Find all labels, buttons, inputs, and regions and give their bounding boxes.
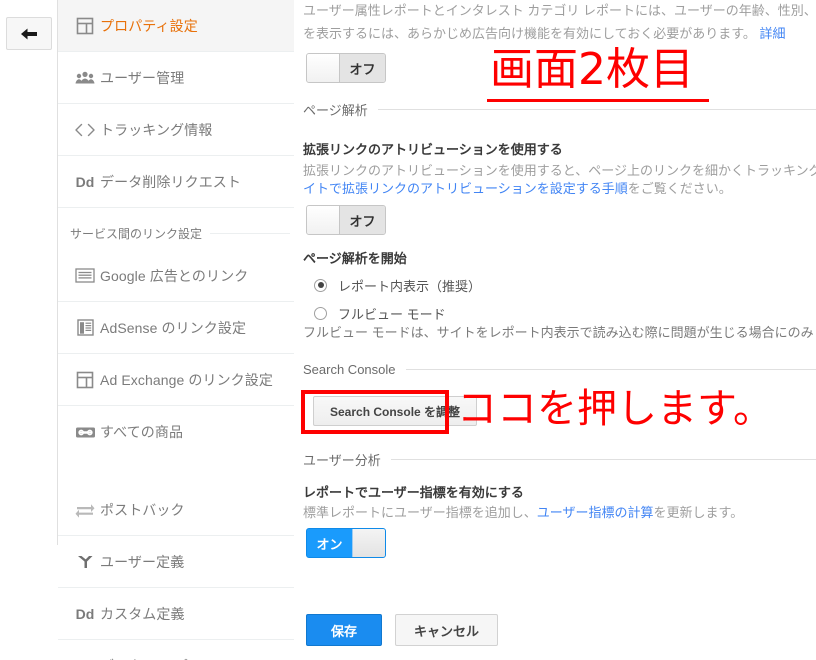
property-layout-icon (70, 17, 100, 35)
sidebar-item-data-import[interactable]: Dd データ インポート (58, 640, 294, 660)
screenshot-root: プロパティ設定 ユーザー管理 トラッキング情報 Dd データ削除リクエスト サー… (0, 0, 816, 660)
dd-icon: Dd (75, 605, 95, 622)
sidebar-item-label: ポストバック (100, 501, 185, 518)
postback-arrows-icon (70, 501, 100, 519)
back-button[interactable] (6, 17, 52, 50)
sidebar-item-label: AdSense のリンク設定 (100, 319, 247, 336)
sidebar-item-label: データ削除リクエスト (100, 173, 241, 190)
enhanced-link-attribution-toggle[interactable]: オフ (306, 205, 386, 235)
demographics-description-text: を表示するには、あらかじめ広告向け機能を有効にしておく必要があります。 (303, 26, 756, 41)
radio-label: フルビュー モード (338, 306, 446, 322)
sidebar-item-user-management[interactable]: ユーザー管理 (58, 52, 294, 104)
branch-icon (70, 554, 100, 570)
sidebar-item-google-ads-link[interactable]: Google 広告とのリンク (58, 250, 294, 302)
dd-icon: Dd (75, 173, 95, 190)
divider (210, 232, 290, 234)
toggle-state-label: オン (307, 529, 352, 557)
toggle-state-label: オフ (340, 54, 385, 82)
user-metrics-description-text: 標準レポートにユーザー指標を追加し、 (303, 505, 537, 520)
section-title: ページ解析 (303, 103, 368, 118)
sidebar-group-header-cross-service-links: サービス間のリンク設定 (58, 216, 294, 250)
demographics-learn-more-link[interactable]: 詳細 (760, 26, 786, 41)
start-page-analytics-title: ページ解析を開始 (303, 251, 407, 266)
sidebar-item-data-deletion-request[interactable]: Dd データ削除リクエスト (58, 156, 294, 208)
sidebar-group-title: サービス間のリンク設定 (70, 226, 203, 241)
sidebar-item-label: ユーザー管理 (100, 69, 185, 86)
ads-lines-icon (70, 268, 100, 283)
link-chain-icon (70, 425, 100, 440)
sidebar-item-property-settings[interactable]: プロパティ設定 (58, 0, 294, 52)
sidebar-item-label: カスタム定義 (100, 605, 185, 622)
page-analytics-section-header: ページ解析 (303, 100, 816, 119)
divider (390, 459, 816, 460)
radio-button[interactable] (314, 278, 327, 292)
radio-option-in-report-view[interactable]: レポート内表示（推奨） (303, 272, 481, 298)
cancel-button[interactable]: キャンセル (395, 614, 499, 646)
enhanced-link-description-text: をご覧ください。 (627, 181, 732, 196)
toggle-knob (307, 206, 340, 234)
sidebar-item-custom-definitions[interactable]: Dd カスタム定義 (58, 588, 294, 640)
back-arrow-icon (19, 27, 39, 41)
people-group-icon (70, 71, 100, 85)
sidebar-item-label: すべての商品 (100, 424, 184, 440)
sidebar-item-label: プロパティ設定 (100, 17, 198, 34)
radio-label: レポート内表示（推奨） (338, 278, 482, 294)
ad-exchange-layout-icon (70, 371, 100, 389)
user-metrics-description-suffix: を更新します。 (653, 505, 744, 520)
sidebar-item-user-defined[interactable]: ユーザー定義 (58, 536, 294, 588)
annotation-screen-label-underline (487, 99, 709, 102)
save-button[interactable]: 保存 (306, 614, 383, 646)
sidebar-item-label: トラッキング情報 (100, 121, 213, 138)
enhanced-link-attribution-title: 拡張リンクのアトリビューションを使用する (303, 142, 563, 157)
sidebar-item-label: Ad Exchange のリンク設定 (100, 371, 273, 388)
sidebar-item-ad-exchange-link[interactable]: Ad Exchange のリンク設定 (58, 354, 294, 406)
settings-sidebar: プロパティ設定 ユーザー管理 トラッキング情報 Dd データ削除リクエスト サー… (58, 0, 294, 660)
section-title: ユーザー分析 (303, 453, 381, 468)
sidebar-item-tracking-info[interactable]: トラッキング情報 (58, 104, 294, 156)
sidebar-item-label: ユーザー定義 (100, 553, 185, 570)
user-metrics-title: レポートでユーザー指標を有効にする (303, 485, 524, 500)
sidebar-item-label: データ インポート (100, 656, 217, 660)
enhanced-link-description-line2: イトで拡張リンクのアトリビューションを設定する手順をご覧ください。 (303, 178, 816, 200)
toggle-state-label: オフ (340, 206, 385, 234)
adsense-panel-icon (70, 319, 100, 336)
user-metrics-description: 標準レポートにユーザー指標を追加し、ユーザー指標の計算を更新します。 (303, 502, 816, 524)
demographics-description-line1: ユーザー属性レポートとインタレスト カテゴリ レポートには、ユーザーの年齢、性別… (303, 3, 816, 18)
enhanced-link-setup-link[interactable]: イトで拡張リンクのアトリビューションを設定する手順 (303, 181, 628, 196)
annotation-click-here-label: ココを押します。 (457, 386, 773, 432)
search-console-section-header: Search Console (303, 362, 816, 377)
divider (405, 369, 816, 370)
demographics-toggle[interactable]: オフ (306, 53, 386, 83)
sidebar-item-label: Google 広告とのリンク (100, 267, 249, 284)
demographics-description-line2: を表示するには、あらかじめ広告向け機能を有効にしておく必要があります。 詳細 (303, 23, 816, 45)
toggle-knob (307, 54, 340, 82)
user-analysis-section-header: ユーザー分析 (303, 450, 816, 469)
sidebar-item-all-products[interactable]: すべての商品 (58, 406, 294, 458)
full-view-mode-note: フルビュー モードは、サイトをレポート内表示で読み込む際に問題が生じる場合にのみ (303, 325, 814, 340)
toggle-knob (352, 529, 385, 557)
adjust-search-console-button[interactable]: Search Console を調整 (313, 396, 478, 426)
user-metrics-calculation-link[interactable]: ユーザー指標の計算 (537, 505, 654, 520)
code-brackets-icon (70, 123, 100, 137)
annotation-screen-label: 画面2枚目 (490, 44, 694, 95)
divider (377, 109, 816, 110)
user-metrics-toggle[interactable]: オン (306, 528, 386, 558)
sidebar-item-adsense-link[interactable]: AdSense のリンク設定 (58, 302, 294, 354)
section-title: Search Console (303, 362, 396, 377)
radio-button[interactable] (314, 306, 327, 320)
sidebar-item-postback[interactable]: ポストバック (58, 484, 294, 536)
